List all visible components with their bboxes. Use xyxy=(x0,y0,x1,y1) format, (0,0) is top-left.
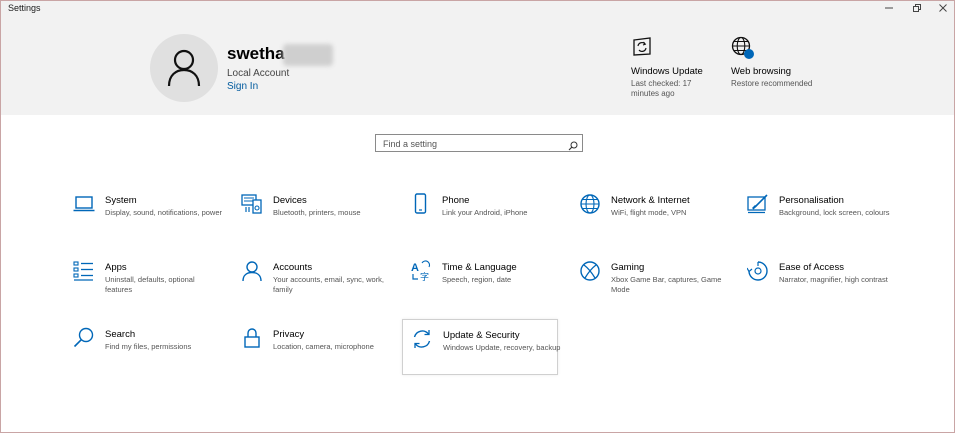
tile-description: Narrator, magnifier, high contrast xyxy=(779,275,888,284)
title-bar: Settings xyxy=(0,0,955,16)
svg-text:A: A xyxy=(411,262,419,274)
tile-ease-of-access[interactable]: Ease of Access Narrator, magnifier, high… xyxy=(746,260,903,316)
tile-description: Location, camera, microphone xyxy=(273,342,374,351)
tile-description: WiFi, flight mode, VPN xyxy=(611,208,687,217)
phone-icon xyxy=(410,193,432,215)
tile-title: Network & Internet xyxy=(611,195,690,206)
tile-title: Time & Language xyxy=(442,262,517,273)
tile-description: Background, lock screen, colours xyxy=(779,208,890,217)
tile-title: System xyxy=(105,195,137,206)
quick-link-subtitle: Restore recommended xyxy=(731,79,813,88)
tile-description: Your accounts, email, sync, work, family xyxy=(273,275,385,294)
settings-search-box[interactable] xyxy=(375,134,583,152)
tile-title: Update & Security xyxy=(443,330,520,341)
quick-link-windows-update[interactable]: Windows Update Last checked: 17 minutes … xyxy=(631,36,721,99)
search-icon xyxy=(73,327,95,349)
tile-phone[interactable]: Phone Link your Android, iPhone xyxy=(410,193,566,249)
tile-network-internet[interactable]: Network & Internet WiFi, flight mode, VP… xyxy=(579,193,735,249)
tile-description: Windows Update, recovery, backup xyxy=(443,343,561,352)
tile-gaming[interactable]: Gaming Xbox Game Bar, captures, Game Mod… xyxy=(579,260,735,316)
window-title: Settings xyxy=(8,3,41,13)
person-icon xyxy=(241,260,263,282)
tile-devices[interactable]: Devices Bluetooth, printers, mouse xyxy=(241,193,397,249)
quick-link-title: Web browsing xyxy=(731,66,792,77)
avatar[interactable] xyxy=(150,34,218,102)
tile-personalisation[interactable]: Personalisation Background, lock screen,… xyxy=(747,193,903,249)
time-language-icon: A 字 xyxy=(410,260,432,283)
tile-title: Search xyxy=(105,329,136,340)
tile-privacy[interactable]: Privacy Location, camera, microphone xyxy=(241,327,397,383)
tile-system[interactable]: System Display, sound, notifications, po… xyxy=(73,193,229,249)
globe-icon xyxy=(579,193,601,215)
sync-icon xyxy=(411,328,433,350)
person-icon xyxy=(167,49,201,87)
search-icon[interactable] xyxy=(568,138,578,156)
tile-title: Phone xyxy=(442,195,470,206)
tile-accounts[interactable]: Accounts Your accounts, email, sync, wor… xyxy=(241,260,397,316)
devices-icon xyxy=(241,193,263,215)
tile-description: Xbox Game Bar, captures, Game Mode xyxy=(611,275,722,294)
account-header: swetha Local Account Sign In Windows Upd… xyxy=(0,16,955,115)
tile-apps[interactable]: Apps Uninstall, defaults, optional featu… xyxy=(73,260,229,316)
tile-title: Apps xyxy=(105,262,127,273)
svg-text:字: 字 xyxy=(420,271,429,282)
account-type: Local Account xyxy=(227,68,290,79)
minimize-button[interactable] xyxy=(875,0,903,16)
tile-description: Uninstall, defaults, optional features xyxy=(105,275,195,294)
tile-search[interactable]: Search Find my files, permissions xyxy=(73,327,229,383)
xbox-icon xyxy=(579,260,601,282)
tile-description: Find my files, permissions xyxy=(105,342,192,351)
redacted-name-blur xyxy=(283,44,333,66)
tile-update-security[interactable]: Update & Security Windows Update, recove… xyxy=(402,319,561,375)
ease-of-access-icon xyxy=(746,260,769,282)
tile-description: Link your Android, iPhone xyxy=(442,208,528,217)
tile-description: Display, sound, notifications, power xyxy=(105,208,223,217)
user-name: swetha xyxy=(227,44,285,63)
quick-link-title: Windows Update xyxy=(631,66,703,77)
close-button[interactable] xyxy=(929,0,955,16)
restore-button[interactable] xyxy=(903,0,931,16)
quick-link-web-browsing[interactable]: Web browsing Restore recommended xyxy=(731,36,821,89)
tile-title: Gaming xyxy=(611,262,645,273)
minimize-icon xyxy=(885,7,893,9)
restore-icon xyxy=(913,4,921,12)
tile-description: Speech, region, date xyxy=(442,275,512,284)
close-icon xyxy=(939,4,947,12)
quick-link-subtitle: Last checked: 17 minutes ago xyxy=(631,79,692,98)
tile-time-language[interactable]: A 字 Time & Language Speech, region, date xyxy=(410,260,566,316)
windows-update-icon xyxy=(631,36,653,58)
paint-brush-icon xyxy=(747,193,769,215)
tile-title: Ease of Access xyxy=(779,262,844,273)
search-input[interactable] xyxy=(383,137,563,150)
laptop-icon xyxy=(73,193,95,215)
tile-title: Personalisation xyxy=(779,195,844,206)
tile-title: Devices xyxy=(273,195,307,206)
tile-description: Bluetooth, printers, mouse xyxy=(273,208,361,217)
tile-title: Accounts xyxy=(273,262,313,273)
globe-icon xyxy=(731,36,754,59)
sign-in-link[interactable]: Sign In xyxy=(227,81,258,92)
tile-title: Privacy xyxy=(273,329,305,340)
lock-icon xyxy=(241,327,263,349)
apps-list-icon xyxy=(73,260,95,282)
